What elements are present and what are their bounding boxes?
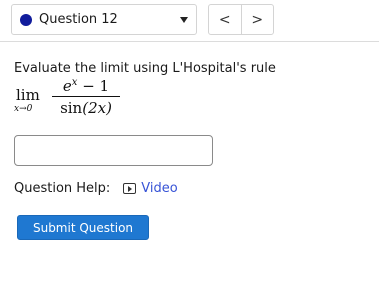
- answer-input[interactable]: [14, 135, 213, 166]
- lim-operator: lim: [16, 86, 40, 104]
- chevron-down-icon: [180, 17, 188, 23]
- question-selector-label: Question 12: [39, 12, 118, 27]
- fraction-bar: [52, 96, 120, 97]
- submit-question-button[interactable]: Submit Question: [17, 215, 149, 240]
- video-icon[interactable]: [123, 183, 137, 194]
- fraction-denominator: sin(2x): [52, 99, 120, 117]
- limit-expression: lim x→0 ex − 1 sin(2x): [14, 72, 124, 122]
- video-link[interactable]: Video: [141, 181, 177, 196]
- question-nav: < >: [208, 4, 274, 35]
- chevron-left-icon: <: [218, 11, 231, 28]
- header-divider: [0, 41, 379, 42]
- numerator-rest: − 1: [77, 77, 110, 95]
- fraction-numerator: ex − 1: [52, 74, 120, 95]
- question-help: Question Help: Video: [14, 181, 178, 196]
- chevron-right-icon: >: [251, 11, 264, 28]
- fraction: ex − 1 sin(2x): [52, 74, 120, 117]
- numerator-base: e: [62, 77, 72, 95]
- question-selector[interactable]: Question 12: [11, 4, 197, 35]
- denominator-arg: (2x): [82, 99, 112, 117]
- status-dot: [20, 13, 32, 26]
- next-question-button[interactable]: >: [240, 5, 274, 34]
- lim-approach: x→0: [14, 104, 33, 114]
- previous-question-button[interactable]: <: [209, 5, 241, 34]
- denominator-func: sin: [60, 99, 83, 117]
- help-label: Question Help:: [14, 181, 111, 196]
